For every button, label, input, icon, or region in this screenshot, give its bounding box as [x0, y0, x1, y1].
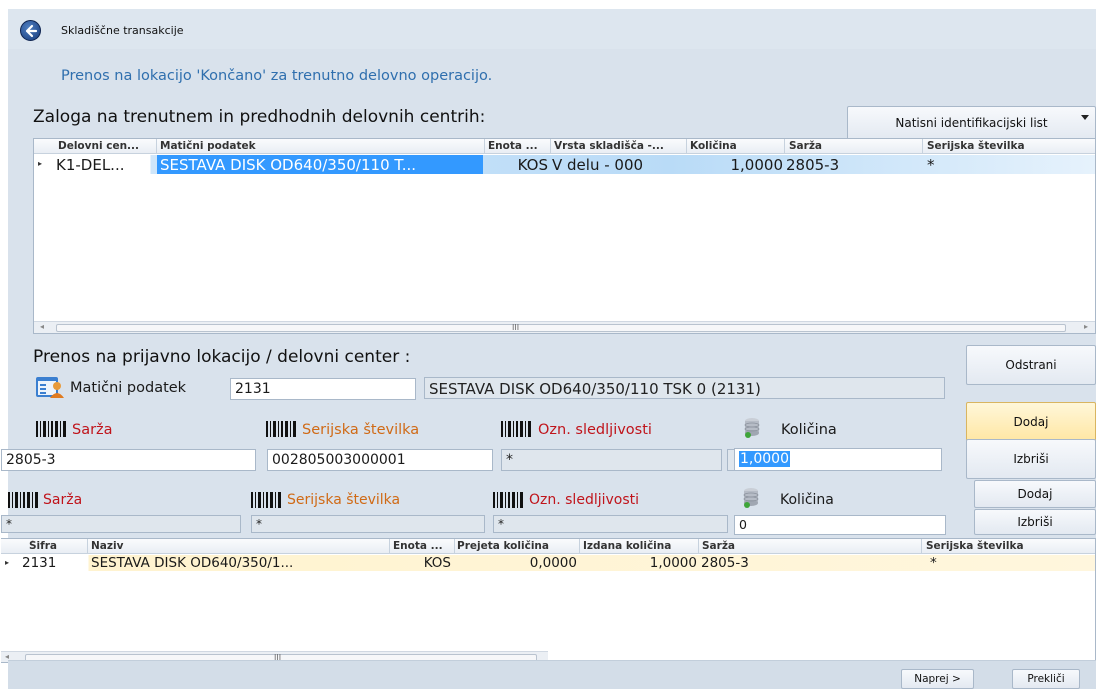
remove-button[interactable]: Odstrani [966, 345, 1096, 385]
stock-grid: Delovni cen... Matični podatek Enota ...… [33, 138, 1096, 334]
col-header[interactable]: Šifra [29, 540, 85, 552]
col-header[interactable]: Delovni cen... [58, 140, 154, 152]
quantity-label-2: Količina [780, 492, 834, 508]
col-header[interactable]: Enota ... [393, 540, 453, 552]
table-row[interactable]: ▸ 2131 SESTAVA DISK OD640/350/1... KOS 0… [1, 555, 1095, 571]
batch-label: Sarža [72, 422, 113, 438]
batch-label-2: Sarža [43, 492, 83, 508]
master-data-description: SESTAVA DISK OD640/350/110 TSK 0 (2131) [424, 377, 945, 399]
quantity-input-2[interactable]: 0 [734, 515, 946, 535]
window-title: Skladiščne transakcije [61, 24, 184, 37]
col-header[interactable]: Naziv [91, 540, 391, 552]
items-grid-header: Šifra Naziv Enota ... Prejeta količina I… [1, 539, 1095, 554]
database-icon [743, 488, 759, 508]
barcode-icon [8, 492, 38, 508]
col-header[interactable]: Serijska številka [926, 540, 1091, 552]
barcode-icon [493, 492, 523, 508]
col-header[interactable]: Izdana količina [583, 540, 698, 552]
stock-grid-header: Delovni cen... Matični podatek Enota ...… [34, 139, 1095, 154]
instruction-text: Prenos na lokacijo 'Končano' za trenutno… [61, 68, 493, 84]
cell-batch: 2805-3 [701, 555, 749, 571]
warehouse-transactions-window: Skladiščne transakcije Prenos na lokacij… [1, 9, 1096, 689]
batch-input-2[interactable]: * [1, 515, 241, 533]
serial-input[interactable]: 002805003000001 [267, 449, 493, 471]
cell-quantity: 1,0000 [730, 156, 784, 174]
items-grid: Šifra Naziv Enota ... Prejeta količina I… [1, 538, 1096, 663]
add-button-2[interactable]: Dodaj [974, 480, 1096, 508]
col-header[interactable]: Količina [690, 140, 785, 152]
chevron-down-icon[interactable] [1081, 115, 1089, 120]
cell-work-center: K1-DEL... [56, 156, 125, 174]
cell-serial: * [927, 156, 935, 174]
barcode-icon [266, 421, 296, 437]
trace-input[interactable]: * [501, 449, 722, 471]
cell-warehouse-type: V delu - 000 [552, 156, 644, 174]
quantity-label: Količina [781, 422, 837, 438]
barcode-icon [36, 421, 66, 437]
cell-name: SESTAVA DISK OD640/350/1... [91, 555, 294, 571]
master-data-input[interactable]: 2131 [230, 378, 416, 400]
cell-code: 2131 [22, 555, 57, 571]
serial-input-2[interactable]: * [251, 515, 485, 533]
cell-issued-qty: 1,0000 [649, 555, 697, 571]
col-header[interactable]: Vrsta skladišča -... [554, 140, 684, 152]
row-pointer-icon: ▸ [38, 159, 43, 168]
status-bar: Naprej > Prekliči [8, 660, 1096, 689]
trace-label-2: Ozn. sledljivosti [529, 492, 640, 508]
stock-grid-scrollbar[interactable]: ◂ III ▸ [34, 321, 1095, 333]
trace-label: Ozn. sledljivosti [538, 422, 652, 438]
col-header[interactable]: Prejeta količina [457, 540, 577, 552]
delete-button-2[interactable]: Izbriši [974, 509, 1096, 535]
print-id-sheet-button[interactable]: Natisni identifikacijski list [847, 106, 1096, 140]
title-bar: Skladiščne transakcije [8, 9, 1096, 49]
cell-unit: KOS [517, 156, 548, 174]
cell-serial: * [930, 555, 937, 571]
next-button[interactable]: Naprej > [901, 669, 974, 689]
col-header[interactable]: Serijska številka [927, 140, 1087, 152]
col-header[interactable]: Sarža [789, 140, 919, 152]
database-icon [744, 418, 760, 438]
cell-batch: 2805-3 [786, 156, 840, 174]
cancel-button[interactable]: Prekliči [1012, 669, 1080, 689]
row-pointer-icon: ▸ [5, 558, 10, 567]
col-header[interactable]: Matični podatek [160, 140, 480, 152]
print-id-sheet-label: Natisni identifikacijski list [895, 116, 1048, 130]
master-data-icon [36, 377, 64, 398]
quantity-input[interactable]: 1,0000 [734, 448, 942, 471]
serial-label-2: Serijska številka [287, 492, 401, 508]
trace-input-2[interactable]: * [493, 515, 728, 533]
stock-section-title: Zaloga na trenutnem in predhodnih delovn… [33, 107, 486, 127]
cell-master-data: SESTAVA DISK OD640/350/110 T... [157, 155, 483, 174]
cell-unit: KOS [423, 555, 451, 571]
quantity-selected-value: 1,0000 [739, 451, 790, 467]
barcode-icon [501, 421, 531, 437]
back-arrow-icon[interactable] [20, 20, 41, 41]
table-row[interactable]: ▸ K1-DEL... SESTAVA DISK OD640/350/110 T… [34, 155, 1095, 174]
barcode-icon [251, 492, 281, 508]
col-header[interactable]: Sarža [702, 540, 917, 552]
master-data-label: Matični podatek [70, 380, 187, 396]
batch-input[interactable]: 2805-3 [1, 449, 256, 471]
col-header[interactable]: Enota ... [488, 140, 548, 152]
transfer-section-title: Prenos na prijavno lokacijo / delovni ce… [33, 347, 411, 367]
cell-received-qty: 0,0000 [529, 555, 577, 571]
scrollbar-thumb[interactable]: III [56, 323, 1066, 332]
delete-button[interactable]: Izbriši [966, 439, 1096, 479]
serial-label: Serijska številka [302, 422, 420, 438]
add-button[interactable]: Dodaj [966, 402, 1096, 441]
